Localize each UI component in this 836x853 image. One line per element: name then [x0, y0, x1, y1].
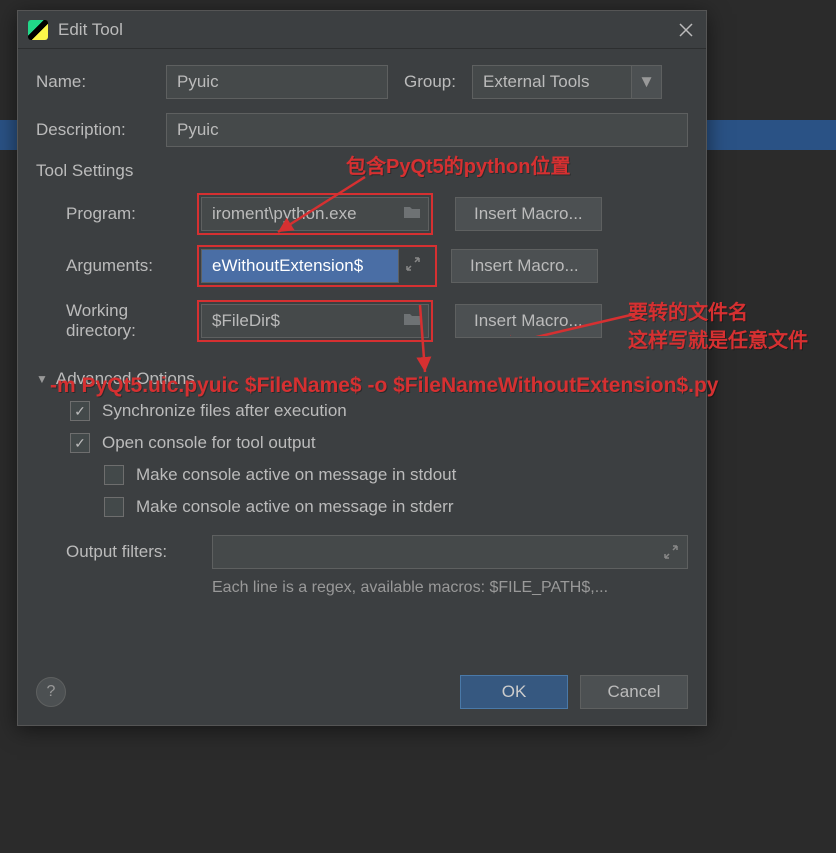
output-filters-label: Output filters: [66, 542, 212, 562]
sync-label: Synchronize files after execution [102, 401, 347, 421]
cancel-button[interactable]: Cancel [580, 675, 688, 709]
name-label: Name: [36, 72, 166, 92]
close-icon[interactable] [676, 20, 696, 40]
group-value: External Tools [483, 72, 589, 92]
insert-macro-arguments-button[interactable]: Insert Macro... [451, 249, 598, 283]
titlebar: Edit Tool [18, 11, 706, 49]
folder-icon[interactable] [403, 311, 421, 331]
name-input[interactable] [166, 65, 388, 99]
insert-macro-program-button[interactable]: Insert Macro... [455, 197, 602, 231]
help-button[interactable]: ? [36, 677, 66, 707]
program-label: Program: [36, 204, 201, 224]
arguments-input[interactable] [201, 249, 399, 283]
window-title: Edit Tool [58, 20, 676, 40]
working-directory-input[interactable] [201, 304, 429, 338]
expand-icon[interactable] [405, 256, 421, 277]
advanced-heading: Advanced Options [56, 369, 195, 389]
sync-checkbox[interactable] [70, 401, 90, 421]
output-filters-input[interactable] [212, 535, 688, 569]
edit-tool-dialog: Edit Tool Name: Group: External Tools ▼ … [17, 10, 707, 726]
group-combo[interactable]: External Tools [472, 65, 632, 99]
chevron-down-icon[interactable]: ▼ [632, 65, 662, 99]
console-label: Open console for tool output [102, 433, 316, 453]
working-directory-label: Working directory: [36, 301, 201, 341]
output-hint: Each line is a regex, available macros: … [36, 579, 688, 597]
arguments-label: Arguments: [36, 256, 201, 276]
description-input[interactable] [166, 113, 688, 147]
program-input[interactable] [201, 197, 429, 231]
stderr-checkbox[interactable] [104, 497, 124, 517]
stdout-label: Make console active on message in stdout [136, 465, 456, 485]
stderr-label: Make console active on message in stderr [136, 497, 454, 517]
folder-icon[interactable] [403, 204, 421, 224]
expand-icon[interactable] [663, 544, 679, 565]
insert-macro-wd-button[interactable]: Insert Macro... [455, 304, 602, 338]
triangle-down-icon: ▼ [36, 372, 48, 386]
ok-button[interactable]: OK [460, 675, 568, 709]
description-label: Description: [36, 120, 166, 140]
console-checkbox[interactable] [70, 433, 90, 453]
tool-settings-heading: Tool Settings [36, 161, 688, 181]
pycharm-icon [28, 20, 48, 40]
group-label: Group: [404, 72, 456, 92]
stdout-checkbox[interactable] [104, 465, 124, 485]
advanced-options-toggle[interactable]: ▼ Advanced Options [36, 369, 688, 389]
